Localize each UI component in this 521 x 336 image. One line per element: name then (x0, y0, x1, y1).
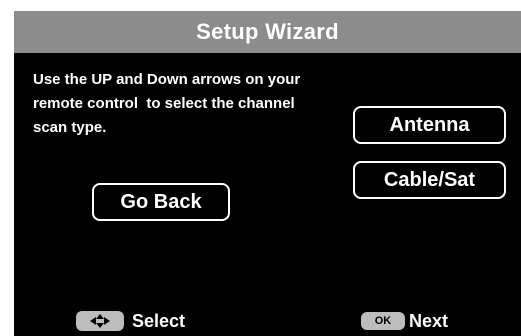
ok-key-icon: OK (361, 312, 405, 330)
go-back-button[interactable]: Go Back (92, 183, 230, 221)
page-title: Setup Wizard (196, 19, 339, 44)
instructions-line-1: Use the UP and Down arrows on your (33, 71, 301, 88)
setup-wizard-screen: Setup Wizard Use the UP and Down arrows … (14, 11, 521, 336)
instructions-text: Use the UP and Down arrows on your remot… (33, 68, 373, 140)
instructions-line-3: scan type. (33, 119, 107, 136)
cable-sat-button[interactable]: Cable/Sat (353, 161, 506, 199)
footer-select-hint: Select (76, 309, 185, 333)
footer-next-hint: OK Next (361, 309, 448, 333)
title-bar: Setup Wizard (14, 11, 521, 53)
dpad-icon (76, 311, 124, 331)
footer-select-label: Select (132, 310, 186, 331)
instructions-line-2: remote control to select the channel (33, 95, 295, 112)
footer-next-label: Next (409, 310, 449, 331)
antenna-button[interactable]: Antenna (353, 106, 506, 144)
dpad-arrows-icon (90, 314, 110, 328)
